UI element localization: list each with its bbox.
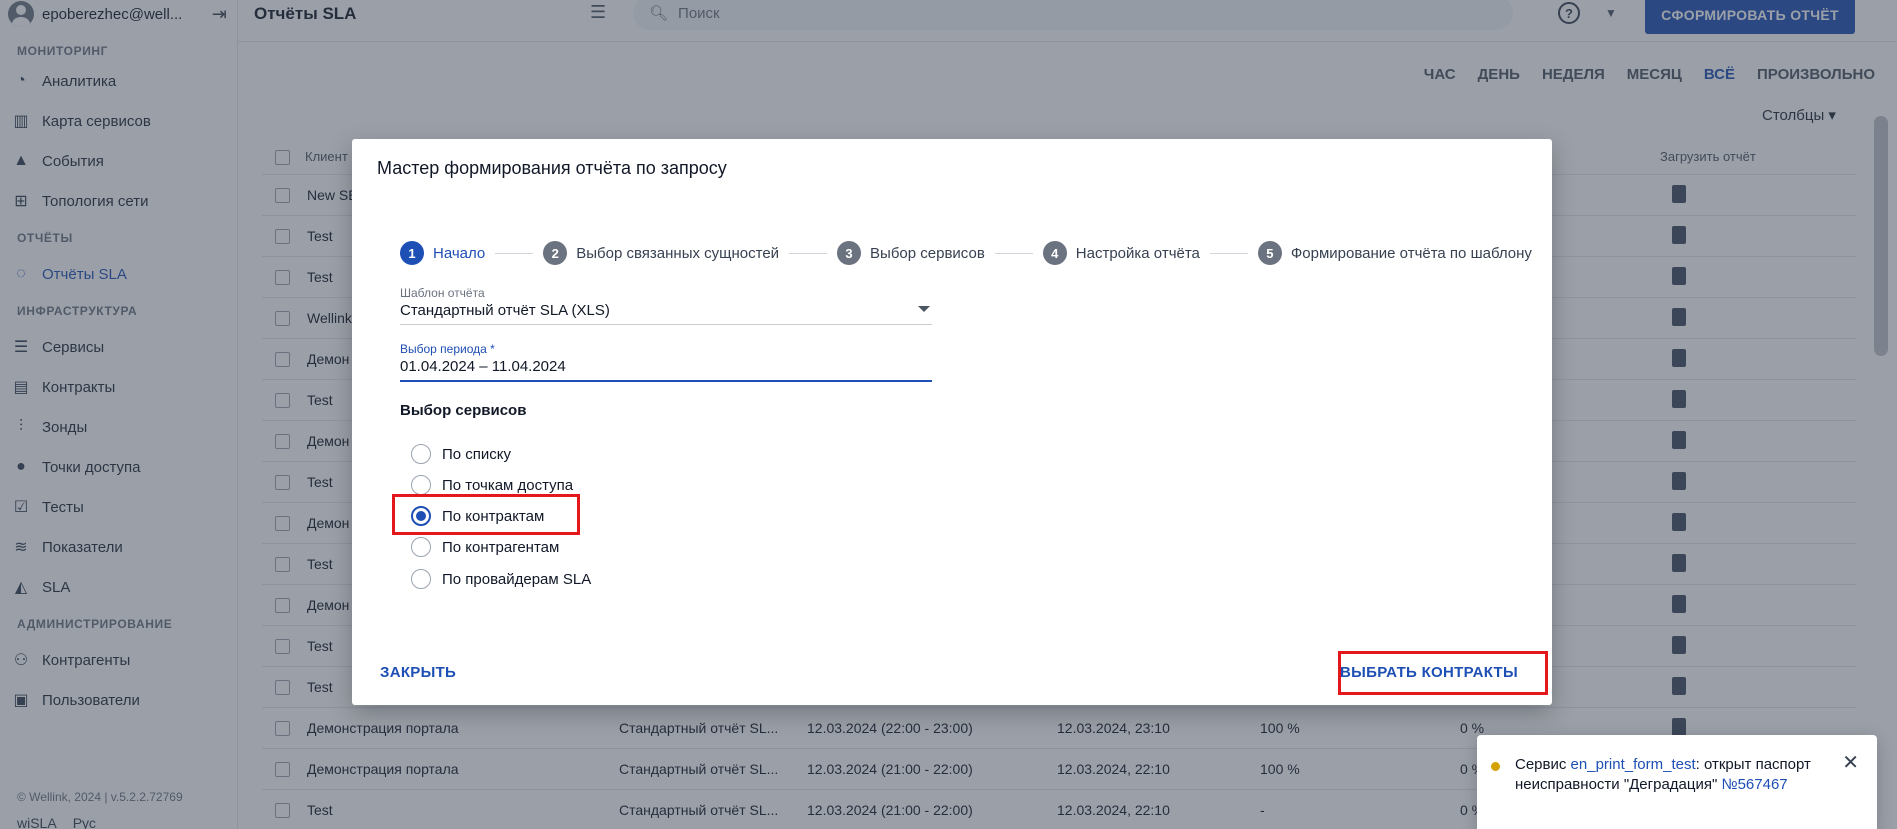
warning-dot-icon <box>1491 762 1500 771</box>
notification-toast: Сервис en_print_form_test: открыт паспор… <box>1477 735 1877 829</box>
period-input[interactable]: Выбор периода * 01.04.2024 – 11.04.2024 <box>400 342 932 382</box>
radio-by-counterparties[interactable]: По контрагентам <box>411 537 559 557</box>
step-services[interactable]: 3 Выбор сервисов <box>837 241 985 265</box>
radio-label: По провайдерам SLA <box>442 570 592 588</box>
step-report-settings[interactable]: 4 Настройка отчёта <box>1042 241 1200 265</box>
radio-button[interactable] <box>411 444 431 464</box>
radio-label: По списку <box>442 445 512 463</box>
step-label: Начало <box>433 244 486 262</box>
step-connector <box>495 252 534 254</box>
ticket-link[interactable]: №567467 <box>1721 776 1787 793</box>
step-number: 1 <box>400 241 424 265</box>
step-start[interactable]: 1 Начало <box>400 241 485 265</box>
report-wizard-dialog: Мастер формирования отчёта по запросу 1 … <box>352 139 1552 705</box>
step-label: Выбор сервисов <box>870 244 985 262</box>
highlight-box <box>1338 651 1548 695</box>
radio-button[interactable] <box>411 569 431 589</box>
step-number: 5 <box>1257 241 1282 265</box>
step-number: 4 <box>1042 241 1067 265</box>
field-value: 01.04.2024 – 11.04.2024 <box>400 358 932 382</box>
report-template-select[interactable]: Шаблон отчёта Стандартный отчёт SLA (XLS… <box>400 286 932 325</box>
step-label: Формирование отчёта по шаблону <box>1290 244 1532 262</box>
step-label: Выбор связанных сущностей <box>576 244 780 262</box>
radio-label: По точкам доступа <box>442 476 574 494</box>
dialog-title: Мастер формирования отчёта по запросу <box>377 158 727 178</box>
radio-label: По контрагентам <box>442 538 560 556</box>
highlight-box <box>392 494 580 535</box>
radio-by-access-points[interactable]: По точкам доступа <box>411 475 573 495</box>
field-label: Выбор периода * <box>400 342 495 356</box>
radio-button[interactable] <box>411 475 431 495</box>
field-value: Стандартный отчёт SLA (XLS) <box>400 302 932 325</box>
step-number: 2 <box>543 241 568 265</box>
services-group-title: Выбор сервисов <box>400 402 527 419</box>
close-icon[interactable]: ✕ <box>1842 753 1859 773</box>
step-template-generation[interactable]: 5 Формирование отчёта по шаблону <box>1257 241 1532 265</box>
step-connector <box>789 252 828 254</box>
period-value: 01.04.2024 – 11.04.2024 <box>400 358 566 375</box>
step-connector <box>994 252 1033 254</box>
dropdown-arrow-icon <box>918 306 930 312</box>
step-related-entities[interactable]: 2 Выбор связанных сущностей <box>543 241 779 265</box>
service-link[interactable]: en_print_form_test <box>1571 756 1696 773</box>
template-value: Стандартный отчёт SLA (XLS) <box>400 302 610 319</box>
wizard-stepper: 1 Начало 2 Выбор связанных сущностей 3 В… <box>400 241 1532 265</box>
step-connector <box>1209 252 1248 254</box>
toast-text-prefix: Сервис <box>1515 756 1571 773</box>
step-number: 3 <box>837 241 862 265</box>
radio-by-sla-providers[interactable]: По провайдерам SLA <box>411 569 591 589</box>
radio-button[interactable] <box>411 537 431 557</box>
close-button[interactable]: ЗАКРЫТЬ <box>380 664 456 681</box>
field-label: Шаблон отчёта <box>400 286 485 300</box>
step-label: Настройка отчёта <box>1075 244 1200 262</box>
radio-by-list[interactable]: По списку <box>411 444 511 464</box>
